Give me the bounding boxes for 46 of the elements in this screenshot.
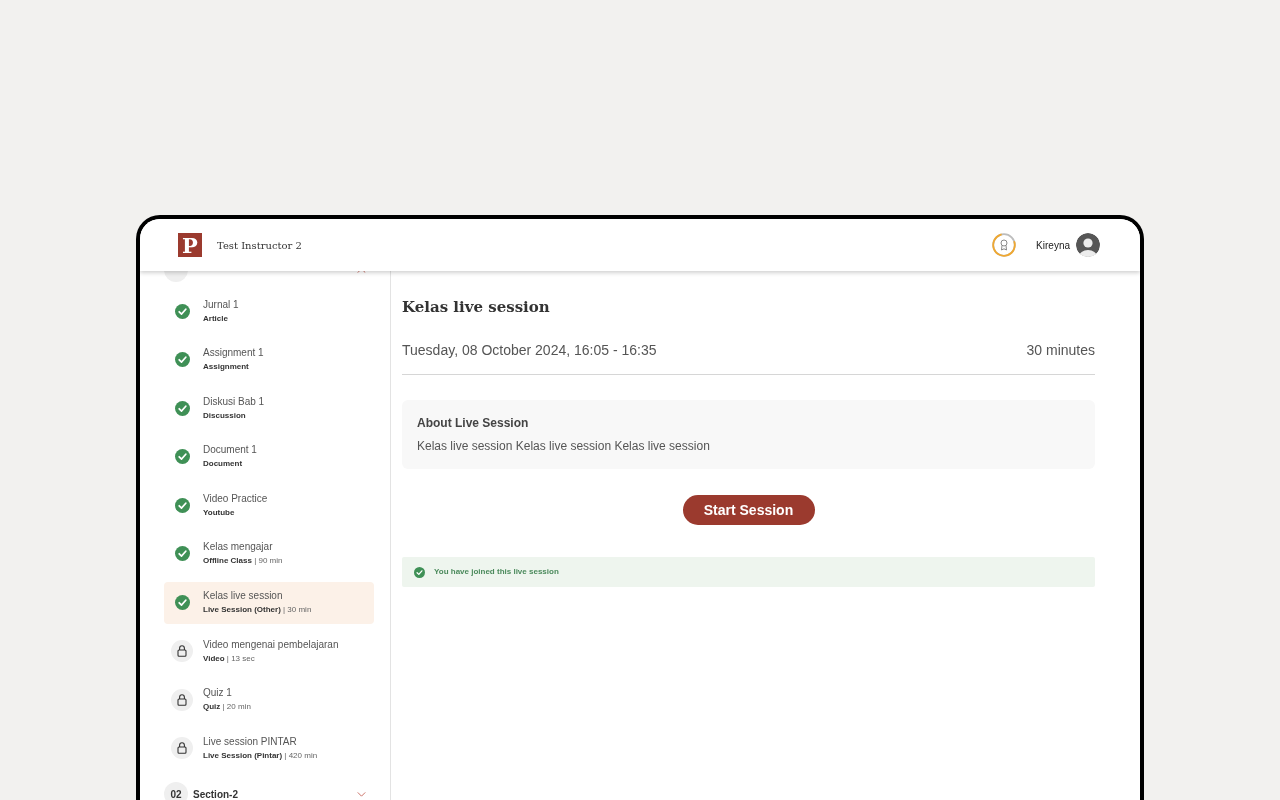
lesson-meta: Live Session (Other) | 30 min bbox=[203, 605, 312, 616]
lesson-item[interactable]: Jurnal 1 Article bbox=[164, 290, 374, 332]
lesson-meta: Document bbox=[203, 459, 244, 470]
about-title: About Live Session bbox=[417, 416, 530, 430]
lesson-title: Kelas live session bbox=[402, 298, 551, 316]
lesson-title: Kelas mengajar bbox=[203, 541, 274, 554]
lesson-meta: Live Session (Pintar) | 420 min bbox=[203, 750, 318, 761]
lesson-title: Live session PINTAR bbox=[203, 735, 298, 748]
section-title[interactable]: Section-2 bbox=[193, 786, 238, 800]
lesson-item[interactable]: Diskusi Bab 1 Discussion bbox=[164, 387, 374, 430]
lesson-item[interactable]: Video Practice Youtube bbox=[164, 484, 374, 527]
schedule-text: Tuesday, 08 October 2024, 16:05 - 16:35 bbox=[402, 341, 657, 359]
logo[interactable]: P bbox=[178, 233, 202, 257]
lesson-title: Quiz 1 bbox=[203, 687, 233, 700]
lesson-title: Diskusi Bab 1 bbox=[203, 395, 265, 408]
lesson-meta: Discussion bbox=[203, 410, 247, 421]
lesson-item[interactable]: Document 1 Document bbox=[164, 435, 374, 478]
lesson-item[interactable]: Quiz 1 Quiz | 20 min bbox=[164, 678, 374, 721]
lesson-meta: Assignment bbox=[203, 362, 250, 373]
lesson-meta: Article bbox=[203, 313, 229, 324]
lesson-item[interactable]: Kelas mengajar Offline Class | 90 min bbox=[164, 532, 374, 575]
instructor-name: Test Instructor 2 bbox=[217, 238, 302, 253]
lesson-item[interactable]: Live session PINTAR Live Session (Pintar) | 420 min bbox=[164, 727, 374, 770]
user-name[interactable]: Kireyna bbox=[1036, 237, 1070, 253]
lesson-meta: Quiz | 20 min bbox=[203, 702, 251, 713]
about-text: Kelas live session Kelas live session Kelas live session bbox=[417, 439, 711, 453]
lesson-title: Video mengenai pembelajaran bbox=[203, 638, 339, 651]
medal-icon[interactable] bbox=[992, 233, 1017, 257]
lesson-title: Kelas live session bbox=[203, 590, 284, 603]
notice-text: You have joined this live session bbox=[434, 566, 559, 578]
lesson-meta: Video | 13 sec bbox=[203, 653, 256, 664]
lesson-title: Video Practice bbox=[203, 492, 268, 505]
lesson-meta: Offline Class | 90 min bbox=[203, 556, 283, 567]
check-circle-icon bbox=[414, 566, 425, 578]
section-badge: 02 bbox=[164, 782, 188, 800]
duration-text: 30 minutes bbox=[1026, 341, 1095, 359]
lesson-item[interactable]: Video mengenai pembelajaran Video | 13 sec bbox=[164, 630, 374, 673]
chevron-down-icon[interactable] bbox=[357, 791, 366, 797]
lesson-title: Assignment 1 bbox=[203, 347, 264, 360]
lesson-item[interactable]: Assignment 1 Assignment bbox=[164, 338, 374, 381]
lesson-title: Document 1 bbox=[203, 444, 257, 457]
start-session-button[interactable]: Start Session bbox=[682, 495, 815, 525]
lesson-item[interactable]: Kelas live session Live Session (Other) | 30 min bbox=[164, 581, 374, 624]
lesson-title: Jurnal 1 bbox=[203, 298, 239, 311]
avatar-icon[interactable] bbox=[1076, 233, 1100, 257]
lesson-meta: Youtube bbox=[203, 507, 236, 518]
